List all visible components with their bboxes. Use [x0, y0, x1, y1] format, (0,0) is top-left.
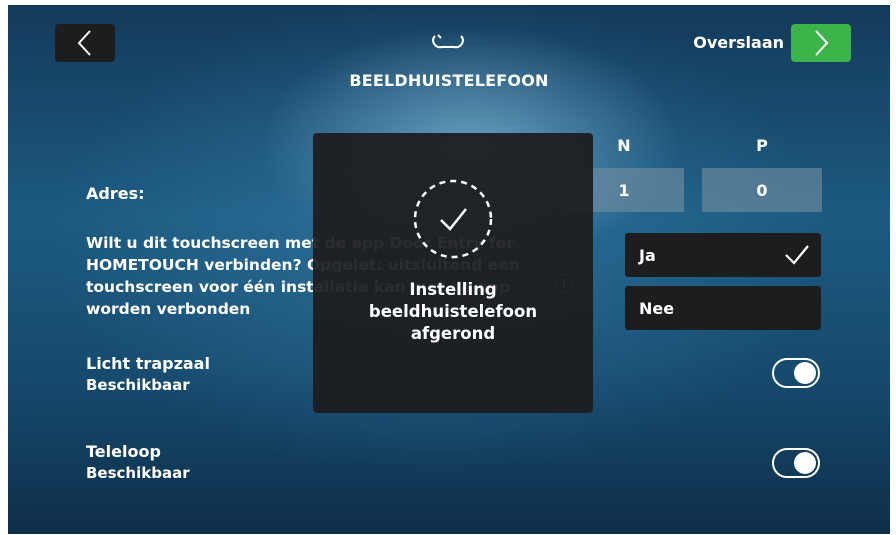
option-ja-button[interactable]: Ja	[625, 233, 821, 277]
address-label: Adres:	[86, 184, 145, 203]
option-nee-label: Nee	[639, 298, 675, 318]
checkmark-icon	[785, 245, 809, 265]
confirmation-modal: Instelling beeldhuistelefoon afgerond	[313, 133, 593, 413]
dashed-circle-check-icon	[413, 179, 493, 259]
option-ja-label: Ja	[639, 245, 656, 265]
next-button[interactable]	[791, 24, 851, 62]
modal-message: Instelling beeldhuistelefoon afgerond	[368, 280, 538, 343]
toggle-knob	[794, 452, 816, 474]
setting-title-teleloop: Teleloop	[86, 442, 161, 461]
setup-screen: BEELDHUISTELEFOON Overslaan N P Adres: 1…	[8, 5, 890, 534]
back-button[interactable]	[55, 24, 115, 62]
handset-icon	[432, 34, 464, 49]
address-p-field[interactable]: 0	[702, 168, 822, 212]
chevron-right-icon	[815, 30, 829, 56]
toggle-teleloop[interactable]	[772, 448, 820, 478]
option-nee-button[interactable]: Nee	[625, 286, 821, 330]
skip-label[interactable]: Overslaan	[693, 33, 784, 52]
toggle-knob	[794, 362, 816, 384]
setting-subtitle-licht-trapzaal: Beschikbaar	[86, 376, 190, 394]
setting-subtitle-teleloop: Beschikbaar	[86, 464, 190, 482]
chevron-left-icon	[77, 30, 91, 56]
toggle-licht-trapzaal[interactable]	[772, 358, 820, 388]
page-title: BEELDHUISTELEFOON	[349, 71, 549, 90]
column-header-p: P	[756, 136, 768, 155]
setting-title-licht-trapzaal: Licht trapzaal	[86, 354, 210, 373]
